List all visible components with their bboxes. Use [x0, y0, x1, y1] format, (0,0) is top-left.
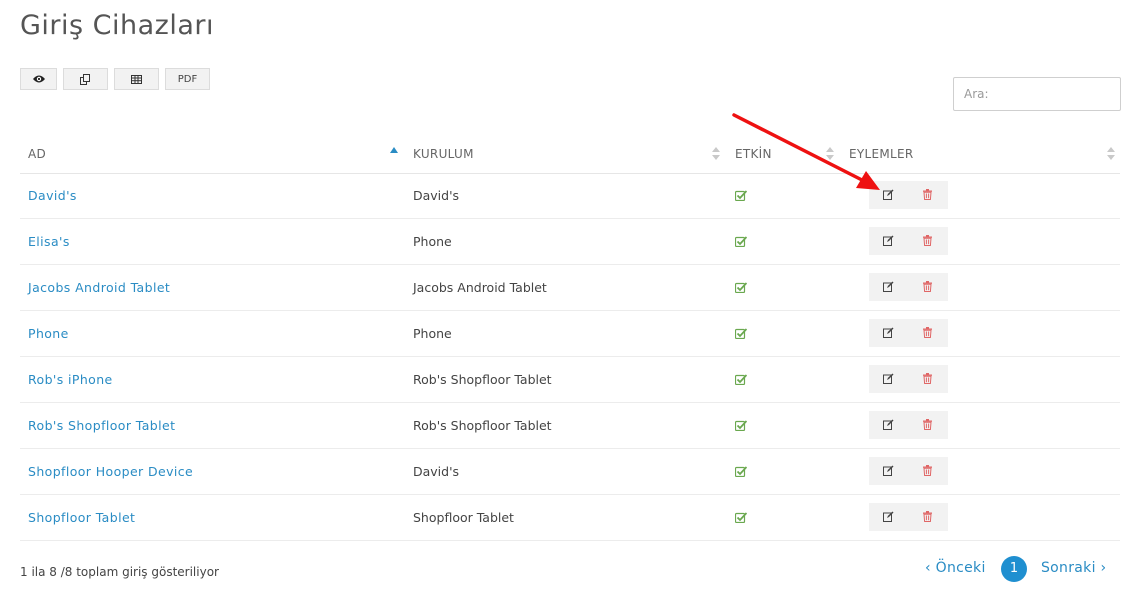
table-row: Rob's Shopfloor Tablet Rob's Shopfloor Ta…	[20, 403, 1120, 449]
kurulum-cell: Rob's Shopfloor Tablet	[413, 418, 552, 433]
edit-icon	[883, 372, 894, 387]
devices-table-body: David's David's Elisa's Phone Jacobs Android…	[20, 173, 1120, 541]
edit-icon	[883, 280, 894, 295]
sort-ascending-icon	[390, 147, 398, 153]
trash-icon	[923, 464, 932, 479]
delete-button[interactable]	[908, 503, 947, 531]
kurulum-cell: Jacobs Android Tablet	[413, 280, 547, 295]
check-square-icon	[734, 373, 748, 388]
trash-icon	[923, 510, 932, 525]
pdf-button[interactable]: PDF	[165, 68, 210, 90]
device-name-link[interactable]: Phone	[28, 326, 69, 341]
table-row: David's David's	[20, 173, 1120, 219]
edit-button[interactable]	[869, 457, 908, 485]
row-actions	[869, 365, 948, 393]
previous-page-link[interactable]: ‹ Önceki	[925, 560, 986, 576]
table-info: 1 ila 8 /8 toplam giriş gösteriliyor	[20, 565, 219, 579]
edit-button[interactable]	[869, 503, 908, 531]
kurulum-cell: David's	[413, 188, 460, 203]
check-square-icon	[734, 511, 748, 526]
table-row: Jacobs Android Tablet Jacobs Android Tabl…	[20, 265, 1120, 311]
sort-icon	[1107, 147, 1115, 161]
trash-icon	[923, 280, 932, 295]
export-toolbar: PDF	[20, 68, 216, 90]
row-actions	[869, 503, 948, 531]
sort-icon	[712, 147, 720, 161]
copy-icon	[80, 73, 90, 85]
kurulum-cell: Phone	[413, 234, 452, 249]
sort-icon	[826, 147, 834, 161]
delete-button[interactable]	[908, 181, 947, 209]
next-page-link[interactable]: Sonraki ›	[1041, 560, 1106, 576]
delete-button[interactable]	[908, 457, 947, 485]
kurulum-cell: Shopfloor Tablet	[413, 510, 514, 525]
delete-button[interactable]	[908, 273, 947, 301]
edit-button[interactable]	[869, 319, 908, 347]
device-name-link[interactable]: Elisa's	[28, 234, 70, 249]
check-square-icon	[734, 235, 748, 250]
kurulum-cell: Rob's Shopfloor Tablet	[413, 372, 552, 387]
table-header: AD KURULUM ETKİN EYLEMLER	[20, 136, 1120, 174]
column-header-eylemler[interactable]: EYLEMLER	[849, 136, 914, 172]
edit-button[interactable]	[869, 365, 908, 393]
edit-button[interactable]	[869, 181, 908, 209]
pagination: ‹ Önceki 1 Sonraki ›	[925, 556, 1120, 582]
row-actions	[869, 457, 948, 485]
view-button[interactable]	[20, 68, 57, 90]
table-row: Elisa's Phone	[20, 219, 1120, 265]
row-actions	[869, 181, 948, 209]
row-actions	[869, 319, 948, 347]
kurulum-cell: David's	[413, 464, 460, 479]
delete-button[interactable]	[908, 411, 947, 439]
column-header-ad[interactable]: AD	[28, 136, 46, 172]
column-header-kurulum[interactable]: KURULUM	[413, 136, 474, 172]
row-actions	[869, 411, 948, 439]
delete-button[interactable]	[908, 365, 947, 393]
device-name-link[interactable]: Rob's iPhone	[28, 372, 113, 387]
device-name-link[interactable]: Rob's Shopfloor Tablet	[28, 418, 175, 433]
check-square-icon	[734, 327, 748, 342]
column-header-etkin[interactable]: ETKİN	[735, 136, 772, 172]
page-title: Giriş Cihazları	[20, 10, 215, 41]
row-actions	[869, 227, 948, 255]
kurulum-cell: Phone	[413, 326, 452, 341]
table-row: Phone Phone	[20, 311, 1120, 357]
excel-button[interactable]	[114, 68, 159, 90]
check-square-icon	[734, 281, 748, 296]
edit-icon	[883, 326, 894, 341]
trash-icon	[923, 418, 932, 433]
check-square-icon	[734, 419, 748, 434]
table-icon	[131, 74, 142, 84]
device-name-link[interactable]: Jacobs Android Tablet	[28, 280, 170, 295]
delete-button[interactable]	[908, 319, 947, 347]
trash-icon	[923, 372, 932, 387]
trash-icon	[923, 188, 932, 203]
edit-icon	[883, 510, 894, 525]
search-input[interactable]	[953, 77, 1121, 111]
check-square-icon	[734, 465, 748, 480]
table-row: Shopfloor Hooper Device David's	[20, 449, 1120, 495]
edit-icon	[883, 418, 894, 433]
row-actions	[869, 273, 948, 301]
check-square-icon	[734, 189, 748, 204]
trash-icon	[923, 326, 932, 341]
edit-icon	[883, 234, 894, 249]
edit-button[interactable]	[869, 227, 908, 255]
edit-button[interactable]	[869, 273, 908, 301]
delete-button[interactable]	[908, 227, 947, 255]
table-row: Shopfloor Tablet Shopfloor Tablet	[20, 495, 1120, 541]
edit-button[interactable]	[869, 411, 908, 439]
copy-button[interactable]	[63, 68, 108, 90]
trash-icon	[923, 234, 932, 249]
device-name-link[interactable]: Shopfloor Tablet	[28, 510, 135, 525]
edit-icon	[883, 188, 894, 203]
table-row: Rob's iPhone Rob's Shopfloor Tablet	[20, 357, 1120, 403]
page-1-button[interactable]: 1	[1001, 556, 1027, 582]
device-name-link[interactable]: David's	[28, 188, 77, 203]
eye-icon	[32, 75, 45, 83]
edit-icon	[883, 464, 894, 479]
device-name-link[interactable]: Shopfloor Hooper Device	[28, 464, 193, 479]
